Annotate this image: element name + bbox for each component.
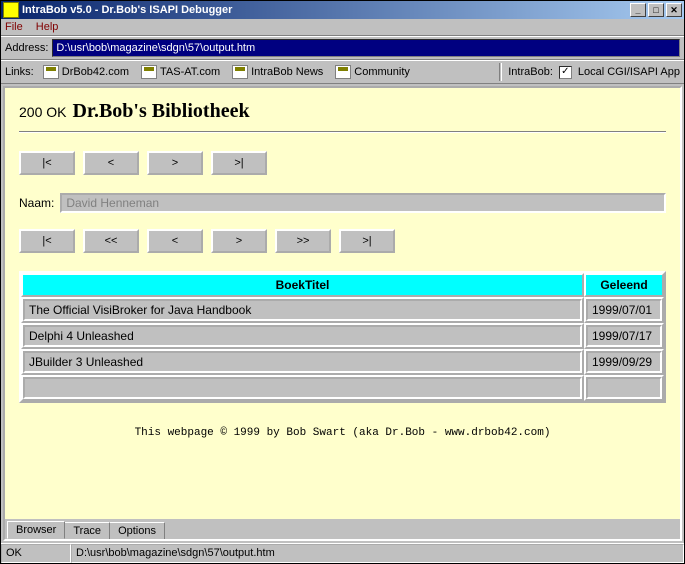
- tab-browser[interactable]: Browser: [7, 521, 65, 539]
- link-community[interactable]: Community: [332, 64, 413, 80]
- naam-label: Naam:: [19, 196, 54, 210]
- divider: [19, 131, 666, 133]
- link-icon: [141, 65, 157, 79]
- nav2-nextpage-button[interactable]: >>: [275, 229, 331, 253]
- content-area: 200 OK Dr.Bob's Bibliotheek |< < > >| Na…: [3, 86, 682, 541]
- maximize-button[interactable]: □: [648, 3, 664, 17]
- cell-date[interactable]: 1999/07/01: [586, 299, 662, 321]
- tab-bar: Browser Trace Options: [5, 519, 680, 539]
- minimize-button[interactable]: _: [630, 3, 646, 17]
- books-table: BoekTitel Geleend The Official VisiBroke…: [19, 271, 666, 403]
- nav2-next-button[interactable]: >: [211, 229, 267, 253]
- divider: [499, 63, 502, 81]
- address-input[interactable]: [52, 39, 680, 57]
- menu-help[interactable]: Help: [36, 21, 59, 33]
- link-drbob42[interactable]: DrBob42.com: [40, 64, 132, 80]
- cell-date[interactable]: 1999/07/17: [586, 325, 662, 347]
- page-footer: This webpage © 1999 by Bob Swart (aka Dr…: [19, 427, 666, 439]
- table-row: The Official VisiBroker for Java Handboo…: [21, 297, 664, 323]
- table-row: Delphi 4 Unleashed 1999/07/17: [21, 323, 664, 349]
- intrabob-label: IntraBob:: [508, 66, 553, 78]
- nav2-prev-button[interactable]: <: [147, 229, 203, 253]
- col-header-title: BoekTitel: [21, 273, 584, 297]
- nav-row-2: |< << < > >> >|: [19, 229, 666, 253]
- page-title: Dr.Bob's Bibliotheek: [72, 100, 249, 123]
- nav-next-button[interactable]: >: [147, 151, 203, 175]
- link-icon: [232, 65, 248, 79]
- nav2-first-button[interactable]: |<: [19, 229, 75, 253]
- nav-row-1: |< < > >|: [19, 151, 666, 175]
- cell-title[interactable]: [23, 377, 582, 399]
- nav2-prevpage-button[interactable]: <<: [83, 229, 139, 253]
- cell-date[interactable]: 1999/09/29: [586, 351, 662, 373]
- address-label: Address:: [5, 42, 48, 54]
- links-label: Links:: [5, 66, 34, 78]
- http-status: 200 OK: [19, 104, 66, 120]
- tab-options[interactable]: Options: [109, 522, 165, 540]
- page-body: 200 OK Dr.Bob's Bibliotheek |< < > >| Na…: [5, 88, 680, 519]
- nav-first-button[interactable]: |<: [19, 151, 75, 175]
- link-icon: [335, 65, 351, 79]
- close-button[interactable]: ✕: [666, 3, 682, 17]
- nav2-last-button[interactable]: >|: [339, 229, 395, 253]
- status-path: D:\usr\bob\magazine\sdgn\57\output.htm: [71, 544, 684, 563]
- naam-row: Naam:: [19, 193, 666, 213]
- cell-title[interactable]: JBuilder 3 Unleashed: [23, 351, 582, 373]
- local-cgi-checkbox[interactable]: ✓: [559, 66, 572, 79]
- window-title: IntraBob v5.0 - Dr.Bob's ISAPI Debugger: [22, 4, 628, 16]
- link-intrabob-news[interactable]: IntraBob News: [229, 64, 326, 80]
- tab-trace[interactable]: Trace: [64, 522, 110, 540]
- link-tasat[interactable]: TAS-AT.com: [138, 64, 223, 80]
- app-window: IntraBob v5.0 - Dr.Bob's ISAPI Debugger …: [0, 0, 685, 564]
- table-row: JBuilder 3 Unleashed 1999/09/29: [21, 349, 664, 375]
- app-icon: [3, 2, 19, 18]
- cell-title[interactable]: Delphi 4 Unleashed: [23, 325, 582, 347]
- col-header-date: Geleend: [584, 273, 664, 297]
- statusbar: OK D:\usr\bob\magazine\sdgn\57\output.ht…: [1, 543, 684, 563]
- cell-date[interactable]: [586, 377, 662, 399]
- address-bar: Address:: [1, 36, 684, 60]
- links-bar: Links: DrBob42.com TAS-AT.com IntraBob N…: [1, 60, 684, 84]
- nav-prev-button[interactable]: <: [83, 151, 139, 175]
- cell-title[interactable]: The Official VisiBroker for Java Handboo…: [23, 299, 582, 321]
- menu-file[interactable]: File: [5, 21, 23, 33]
- link-icon: [43, 65, 59, 79]
- menubar: File Help: [1, 19, 684, 36]
- local-cgi-label: Local CGI/ISAPI App: [578, 66, 680, 78]
- nav-last-button[interactable]: >|: [211, 151, 267, 175]
- naam-field[interactable]: [60, 193, 666, 213]
- titlebar[interactable]: IntraBob v5.0 - Dr.Bob's ISAPI Debugger …: [1, 1, 684, 19]
- status-ok: OK: [1, 544, 71, 563]
- table-row: [21, 375, 664, 401]
